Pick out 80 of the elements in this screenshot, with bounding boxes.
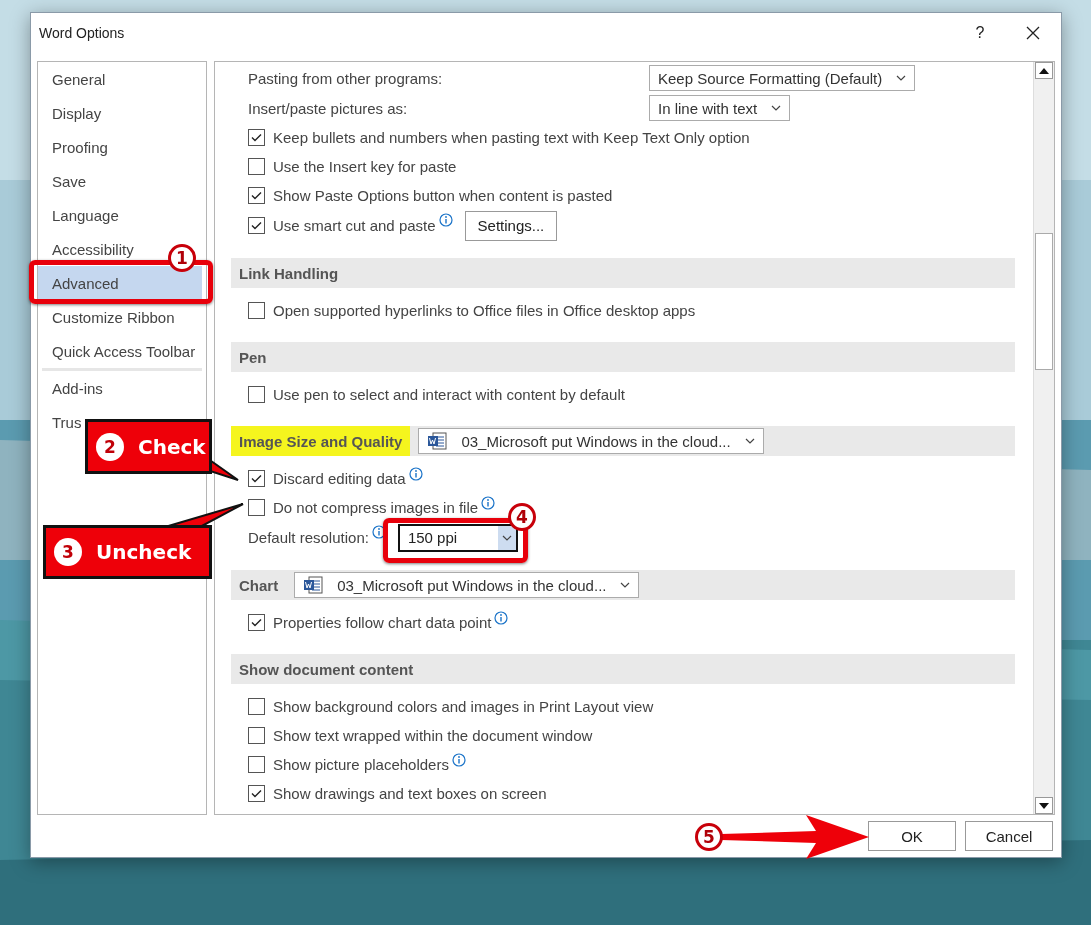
option-label: Use the Insert key for paste — [273, 158, 457, 175]
document-icon — [303, 576, 324, 594]
dialog-button[interactable]: Cancel — [965, 821, 1053, 852]
option-label: Show text wrapped within the document window — [273, 727, 593, 744]
checkbox[interactable] — [248, 187, 265, 204]
step-number: 3 — [54, 538, 82, 566]
settings-button[interactable]: Settings... — [464, 210, 558, 241]
option-label: Insert/paste pictures as: — [248, 99, 409, 117]
callout-text: Uncheck — [96, 540, 192, 564]
checkmark-icon — [251, 474, 262, 483]
dropdown[interactable]: Keep Source Formatting (Default) — [649, 65, 916, 91]
close-icon[interactable] — [1026, 26, 1040, 40]
section-title: Pen — [238, 347, 268, 368]
section-title: Image Size and Quality — [231, 426, 411, 456]
section-title: Show document content — [238, 659, 415, 680]
checkmark-icon — [251, 191, 262, 200]
document-dropdown[interactable]: 03_Microsoft put Windows in the cloud... — [418, 428, 764, 454]
option-label: Properties follow chart data point — [273, 614, 492, 631]
document-dropdown[interactable]: 03_Microsoft put Windows in the cloud... — [294, 572, 640, 598]
option-label: Show drawings and text boxes on screen — [273, 785, 547, 802]
option-label: Use smart cut and paste — [273, 217, 436, 234]
option-label: Keep bullets and numbers when pasting text with Keep Text Only option — [273, 129, 750, 146]
option-label: Show picture placeholders — [273, 756, 449, 773]
sidebar-item[interactable]: Accessibility — [38, 238, 140, 260]
chevron-down-icon — [771, 105, 782, 111]
checkbox[interactable] — [248, 756, 265, 773]
checkbox[interactable] — [248, 386, 265, 403]
option-label: Do not compress images in file — [273, 499, 479, 516]
step-number: 2 — [96, 432, 124, 461]
sidebar-item[interactable]: Customize Ribbon — [38, 306, 181, 328]
section-title: Link Handling — [238, 263, 340, 284]
checkbox[interactable] — [248, 499, 265, 516]
chevron-down-icon — [744, 438, 755, 444]
sidebar-item[interactable]: Proofing — [38, 136, 114, 158]
checkbox[interactable] — [248, 129, 265, 146]
step-number: 1 — [168, 244, 196, 272]
option-label: Pasting from other programs: — [248, 69, 444, 87]
document-icon — [427, 432, 448, 450]
checkbox[interactable] — [248, 470, 265, 487]
step-number: 4 — [508, 503, 536, 531]
section-title: Chart — [238, 575, 280, 596]
callout-text: Check — [138, 434, 206, 459]
resolution-dropdown[interactable]: 150 ppi — [397, 523, 518, 552]
option-label: Show background colors and images in Print Layout view — [273, 698, 654, 715]
step-number: 5 — [695, 823, 723, 851]
checkbox[interactable] — [248, 698, 265, 715]
window-title: Word Options — [39, 25, 126, 41]
sidebar-item[interactable]: Save — [38, 170, 93, 192]
sidebar-item[interactable]: Trus — [38, 411, 88, 433]
checkbox[interactable] — [248, 158, 265, 175]
scroll-thumb[interactable] — [1035, 233, 1053, 370]
sidebar-item[interactable]: Advanced — [38, 266, 202, 300]
checkbox[interactable] — [248, 727, 265, 744]
scroll-down-icon[interactable] — [1035, 797, 1053, 815]
option-label: Show Paste Options button when content is pasted — [273, 187, 613, 204]
option-label: Use pen to select and interact with content by default — [273, 386, 625, 403]
sidebar-item[interactable]: Language — [38, 204, 125, 226]
checkbox[interactable] — [248, 217, 265, 234]
dropdown[interactable]: In line with text — [649, 95, 791, 121]
checkmark-icon — [251, 618, 262, 627]
chevron-down-icon — [896, 75, 907, 81]
sidebar-item[interactable]: Display — [38, 102, 108, 124]
scrollbar[interactable] — [1033, 62, 1054, 815]
chevron-down-icon — [620, 582, 631, 588]
sidebar-item[interactable]: Quick Access Toolbar — [38, 340, 202, 362]
checkmark-icon — [251, 221, 262, 230]
scroll-up-icon[interactable] — [1035, 62, 1053, 79]
checkbox[interactable] — [248, 302, 265, 319]
dialog-button[interactable]: OK — [868, 821, 956, 852]
option-label: Default resolution: — [248, 529, 369, 546]
checkbox[interactable] — [248, 785, 265, 802]
option-label: Open supported hyperlinks to Office files in Office desktop apps — [273, 302, 696, 319]
checkbox[interactable] — [248, 614, 265, 631]
checkmark-icon — [251, 133, 262, 142]
sidebar-item[interactable]: Add-ins — [38, 377, 109, 399]
checkmark-icon — [251, 789, 262, 798]
option-label: Discard editing data — [273, 470, 406, 487]
help-button[interactable]: ? — [955, 13, 1005, 53]
chevron-down-icon — [501, 534, 512, 541]
sidebar-item[interactable]: General — [38, 68, 112, 90]
